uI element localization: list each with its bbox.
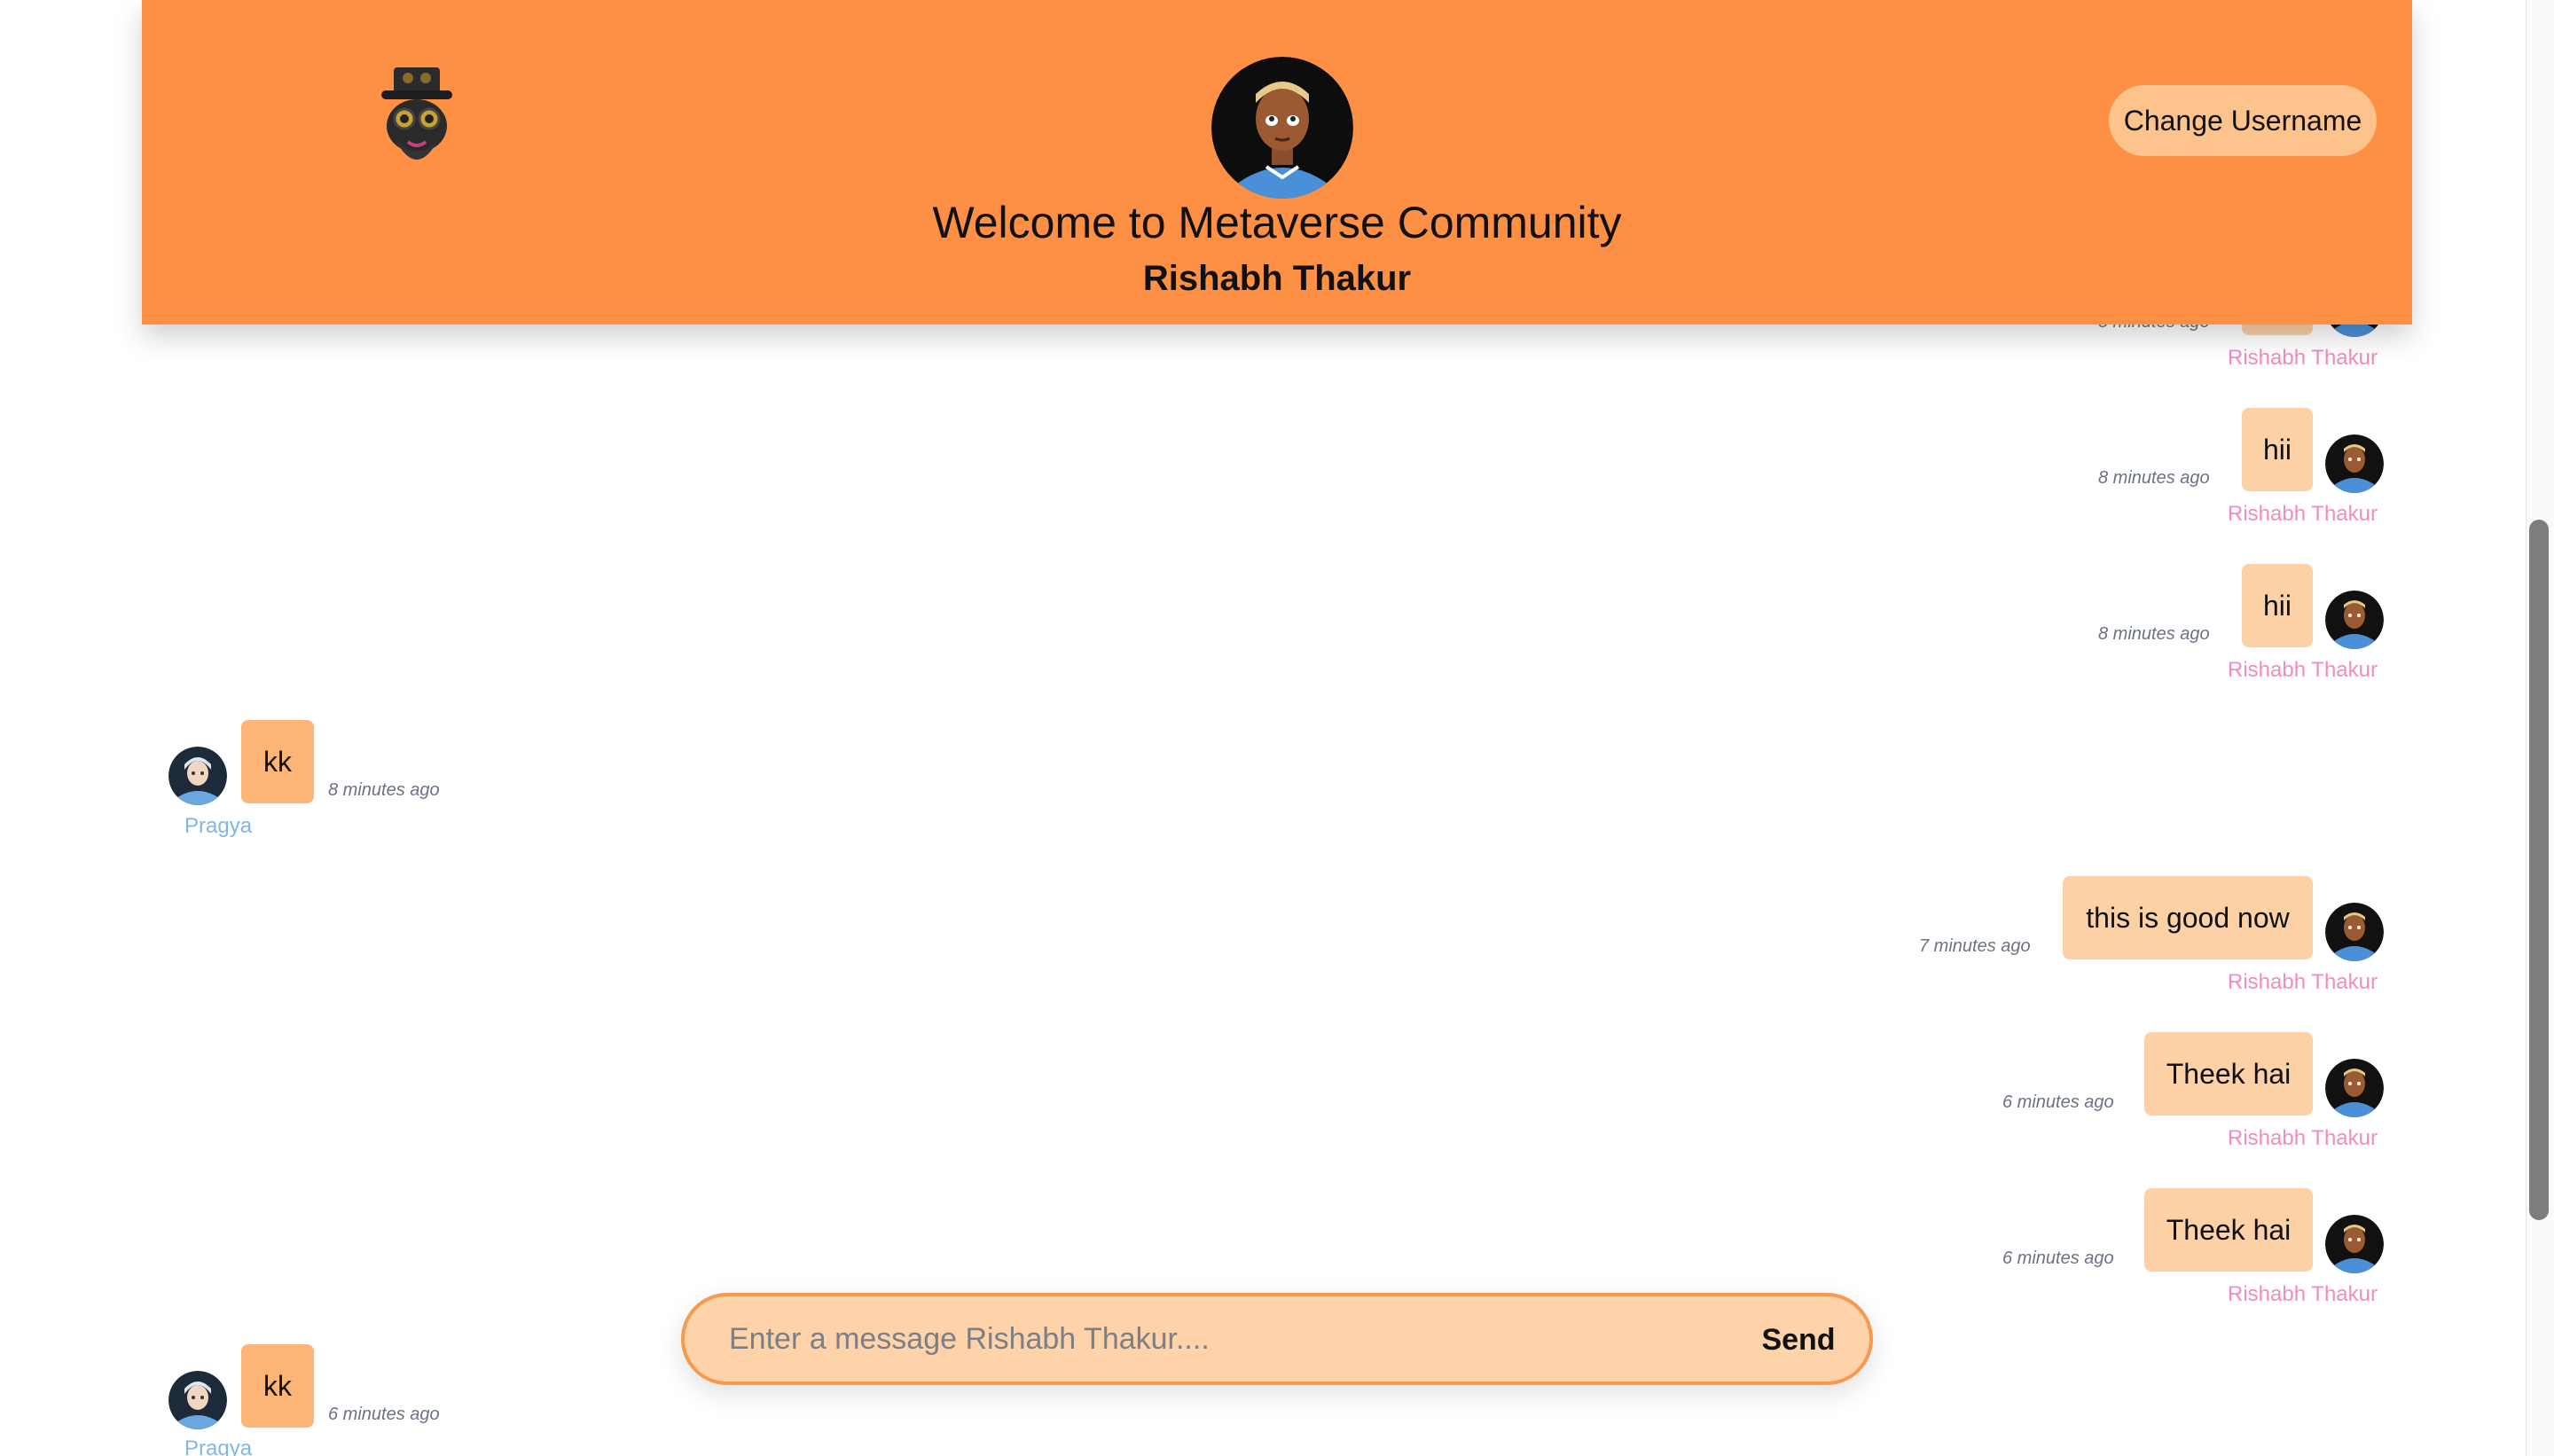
message-author: Rishabh Thakur [2228,502,2378,526]
user-avatar-icon [2325,434,2384,493]
change-username-button[interactable]: Change Username [2109,85,2377,156]
message-timestamp: 6 minutes ago [2002,1092,2114,1112]
message-timestamp: 6 minutes ago [328,1405,440,1424]
user-avatar-icon [2325,1215,2384,1273]
pragya-avatar-icon [168,747,227,805]
message-author: Pragya [184,1436,253,1456]
message-author: Rishabh Thakur [2228,970,2378,994]
user-avatar-icon [2325,1059,2384,1117]
message-bubble: Theek hai [2144,1188,2313,1272]
scrollbar-thumb[interactable] [2529,520,2549,1220]
message-author: Rishabh Thakur [2228,1126,2378,1150]
current-username: Rishabh Thakur [1142,259,1412,298]
message-input[interactable] [729,1312,1704,1366]
message-author: Rishabh Thakur [2228,346,2378,370]
message-bubble: kk [241,1344,314,1428]
message-author: Rishabh Thakur [2228,1282,2378,1306]
page-header: Welcome to Metaverse Community Rishabh T… [142,0,2412,325]
message-timestamp: 8 minutes ago [2098,624,2210,644]
steampunk-skull-logo-icon [372,64,461,179]
message-bubble: kk [241,720,314,803]
message-bubble: Theek hai [2144,1032,2313,1115]
user-avatar-icon [2325,591,2384,649]
user-avatar-icon [2325,903,2384,961]
message-composer: Send [681,1293,1873,1385]
current-user-avatar-icon [1211,57,1353,199]
message-author: Pragya [184,814,253,838]
send-button[interactable]: Send [1736,1316,1861,1364]
message-timestamp: 8 minutes ago [328,780,440,800]
message-bubble: hii [2242,408,2313,491]
message-author: Rishabh Thakur [2228,658,2378,682]
message-bubble: this is good now [2063,876,2313,959]
message-bubble: hii [2242,564,2313,647]
pragya-avatar-icon [168,1371,227,1429]
message-timestamp: 8 minutes ago [2098,468,2210,488]
message-timestamp: 6 minutes ago [2002,1249,2114,1268]
welcome-title: Welcome to Metaverse Community [932,198,1622,247]
message-timestamp: 7 minutes ago [1919,936,2031,956]
